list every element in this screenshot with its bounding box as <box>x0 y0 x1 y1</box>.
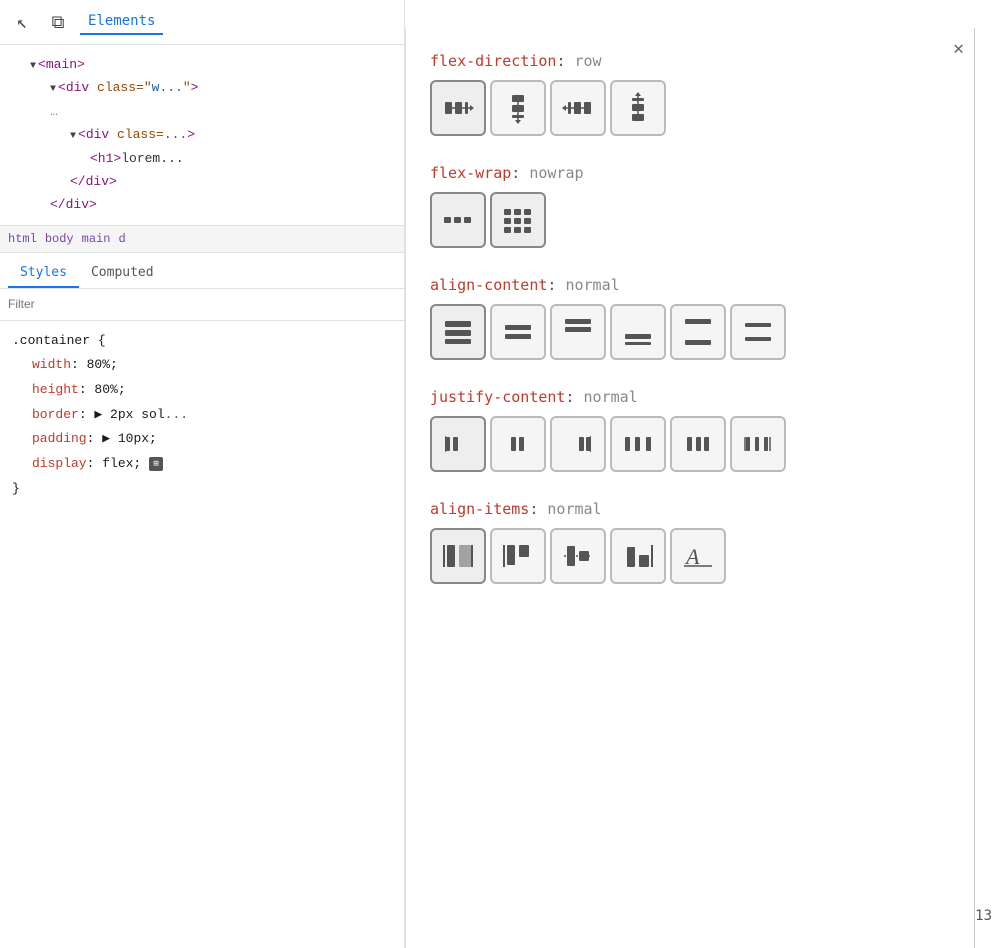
align-content-flex-start-button[interactable] <box>550 304 606 360</box>
elements-tree: ▼<main> ▼<div class="w..."> … ▼<div clas… <box>0 45 404 225</box>
align-content-flex-end-button[interactable] <box>610 304 666 360</box>
flex-direction-column-button[interactable] <box>490 80 546 136</box>
align-content-space-around-button[interactable] <box>730 304 786 360</box>
page-number: 13 <box>975 908 992 924</box>
tree-line[interactable]: <h1>lorem... <box>0 147 404 170</box>
css-prop-border[interactable]: border: ▶ 2px sol... <box>12 403 392 428</box>
filter-bar <box>0 289 404 321</box>
align-items-section: align-items: normal <box>430 500 950 584</box>
align-content-label: align-content: normal <box>430 276 950 294</box>
css-prop-height[interactable]: height: 80%; <box>12 378 392 403</box>
breadcrumb-html[interactable]: html <box>8 232 37 246</box>
copy-tool-icon[interactable]: ⧉ <box>44 8 72 36</box>
flex-direction-label: flex-direction: row <box>430 52 950 70</box>
tree-line[interactable]: ▼<main> <box>0 53 404 76</box>
tab-elements[interactable]: Elements <box>80 9 163 35</box>
css-selector: .container { <box>12 329 392 354</box>
flex-direction-row-button[interactable] <box>430 80 486 136</box>
tab-styles[interactable]: Styles <box>8 259 79 288</box>
devtools-left-panel: ↖ ⧉ Elements ▼<main> ▼<div class="w...">… <box>0 0 405 948</box>
tree-line[interactable]: ▼<div class=...> <box>0 123 404 146</box>
align-content-section: align-content: normal <box>430 276 950 360</box>
toolbar: ↖ ⧉ Elements <box>0 0 404 45</box>
flex-direction-row-reverse-button[interactable] <box>550 80 606 136</box>
justify-content-buttons <box>430 416 950 472</box>
align-items-label: align-items: normal <box>430 500 950 518</box>
justify-content-normal-button[interactable] <box>430 416 486 472</box>
css-prop-display[interactable]: display: flex; ⊞ <box>12 452 392 477</box>
flex-direction-section: flex-direction: row <box>430 52 950 136</box>
align-content-buttons <box>430 304 950 360</box>
breadcrumb-body[interactable]: body <box>45 232 74 246</box>
flex-editor-popup: ✕ flex-direction: row <box>405 28 975 948</box>
justify-content-space-evenly-button[interactable] <box>730 416 786 472</box>
flex-wrap-buttons <box>430 192 950 248</box>
style-tabs: Styles Computed <box>0 253 404 289</box>
breadcrumb: html body main d <box>0 225 404 253</box>
align-items-stretch-button[interactable] <box>430 528 486 584</box>
justify-content-center-button[interactable] <box>490 416 546 472</box>
justify-content-label: justify-content: normal <box>430 388 950 406</box>
align-items-flex-end-button[interactable] <box>610 528 666 584</box>
flex-direction-column-reverse-button[interactable] <box>610 80 666 136</box>
breadcrumb-main[interactable]: main <box>82 232 111 246</box>
css-close-brace: } <box>12 477 392 502</box>
flex-wrap-section: flex-wrap: nowrap <box>430 164 950 248</box>
flex-badge-icon[interactable]: ⊞ <box>149 457 163 471</box>
align-content-normal-button[interactable] <box>430 304 486 360</box>
css-prop-padding[interactable]: padding: ▶ 10px; <box>12 427 392 452</box>
align-content-space-between-button[interactable] <box>670 304 726 360</box>
css-prop-width[interactable]: width: 80%; <box>12 353 392 378</box>
align-items-baseline-button[interactable]: A <box>670 528 726 584</box>
tree-line[interactable]: ▼<div class="w..."> <box>0 76 404 99</box>
justify-content-flex-end-button[interactable] <box>550 416 606 472</box>
tree-line: </div> <box>0 193 404 216</box>
justify-content-section: justify-content: normal <box>430 388 950 472</box>
css-rules: .container { width: 80%; height: 80%; bo… <box>0 321 404 510</box>
breadcrumb-d[interactable]: d <box>118 232 125 246</box>
justify-content-space-around-button[interactable] <box>670 416 726 472</box>
filter-input[interactable] <box>8 297 396 311</box>
flex-wrap-label: flex-wrap: nowrap <box>430 164 950 182</box>
tree-line: </div> <box>0 170 404 193</box>
flex-wrap-nowrap-button[interactable] <box>430 192 486 248</box>
align-content-center-button[interactable] <box>490 304 546 360</box>
close-button[interactable]: ✕ <box>953 38 964 59</box>
align-items-buttons: A <box>430 528 950 584</box>
tree-dots: … <box>0 100 404 123</box>
align-items-center-button[interactable] <box>550 528 606 584</box>
flex-wrap-wrap-button[interactable] <box>490 192 546 248</box>
tab-computed[interactable]: Computed <box>79 259 166 288</box>
flex-direction-buttons <box>430 80 950 136</box>
cursor-tool-icon[interactable]: ↖ <box>8 8 36 36</box>
align-items-flex-start-button[interactable] <box>490 528 546 584</box>
justify-content-space-between-button[interactable] <box>610 416 666 472</box>
